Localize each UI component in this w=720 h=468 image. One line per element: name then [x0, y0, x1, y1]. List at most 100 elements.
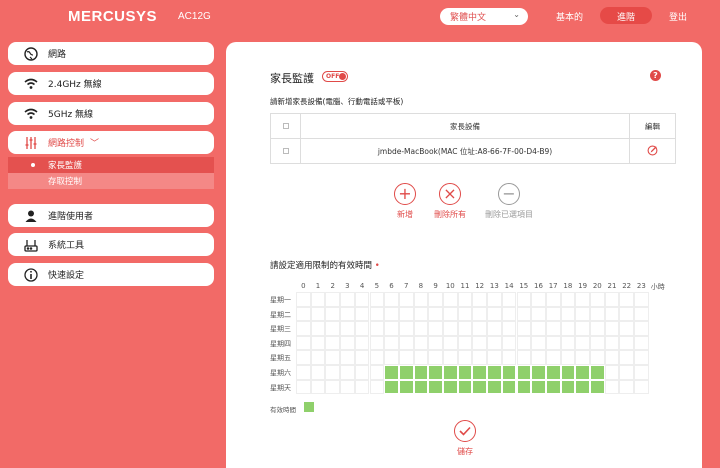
schedule-cell-active[interactable] — [516, 379, 532, 395]
schedule-cell[interactable] — [634, 321, 649, 336]
schedule-cell[interactable] — [634, 335, 649, 351]
schedule-cell[interactable] — [487, 292, 502, 307]
schedule-cell[interactable] — [443, 292, 458, 307]
schedule-cell[interactable] — [501, 306, 517, 322]
schedule-cell[interactable] — [501, 321, 517, 336]
schedule-cell[interactable] — [516, 306, 532, 322]
schedule-cell[interactable] — [325, 350, 341, 365]
schedule-cell[interactable] — [590, 350, 605, 365]
schedule-cell[interactable] — [590, 335, 605, 351]
sidebar-item-advanced-users[interactable]: 進階使用者 — [8, 204, 214, 227]
schedule-cell[interactable] — [310, 350, 326, 365]
schedule-cell[interactable] — [384, 335, 399, 351]
schedule-cell[interactable] — [398, 292, 414, 307]
schedule-cell[interactable] — [296, 365, 311, 380]
schedule-cell[interactable] — [413, 335, 429, 351]
schedule-cell[interactable] — [310, 365, 326, 380]
schedule-cell-active[interactable] — [428, 379, 443, 395]
parental-control-toggle[interactable]: OFF — [322, 71, 348, 82]
schedule-cell[interactable] — [487, 306, 502, 322]
language-select[interactable]: 繁體中文 ⌄ — [440, 8, 528, 25]
schedule-cell-active[interactable] — [457, 365, 473, 380]
schedule-cell[interactable] — [634, 306, 649, 322]
schedule-cell[interactable] — [472, 292, 488, 307]
row-checkbox[interactable] — [282, 147, 289, 154]
schedule-cell[interactable] — [296, 379, 311, 395]
schedule-cell[interactable] — [604, 306, 620, 322]
schedule-cell[interactable] — [325, 306, 341, 322]
schedule-cell[interactable] — [590, 306, 605, 322]
schedule-cell[interactable] — [428, 350, 443, 365]
schedule-grid[interactable] — [296, 292, 649, 395]
schedule-cell[interactable] — [369, 335, 385, 351]
schedule-cell[interactable] — [354, 306, 370, 322]
schedule-cell[interactable] — [531, 292, 546, 307]
schedule-cell[interactable] — [501, 335, 517, 351]
schedule-cell-active[interactable] — [413, 379, 429, 395]
schedule-cell[interactable] — [560, 350, 576, 365]
schedule-cell[interactable] — [369, 292, 385, 307]
add-button[interactable]: + 新增 — [394, 183, 416, 220]
schedule-cell[interactable] — [369, 350, 385, 365]
schedule-cell[interactable] — [384, 321, 399, 336]
schedule-cell[interactable] — [472, 335, 488, 351]
schedule-cell-active[interactable] — [590, 379, 605, 395]
schedule-cell[interactable] — [398, 350, 414, 365]
submenu-item-parental-control[interactable]: 家長監護 — [8, 157, 214, 173]
schedule-cell[interactable] — [619, 306, 635, 322]
schedule-cell[interactable] — [560, 292, 576, 307]
schedule-cell[interactable] — [531, 335, 546, 351]
schedule-cell-active[interactable] — [501, 365, 517, 380]
schedule-cell[interactable] — [413, 306, 429, 322]
nav-logout[interactable]: 登出 — [669, 10, 687, 23]
schedule-cell[interactable] — [604, 365, 620, 380]
schedule-cell[interactable] — [428, 306, 443, 322]
schedule-cell[interactable] — [575, 335, 590, 351]
schedule-cell[interactable] — [531, 321, 546, 336]
schedule-cell[interactable] — [369, 379, 385, 395]
schedule-cell[interactable] — [384, 350, 399, 365]
schedule-cell[interactable] — [340, 379, 355, 395]
schedule-cell[interactable] — [634, 292, 649, 307]
schedule-cell[interactable] — [604, 350, 620, 365]
schedule-cell-active[interactable] — [560, 379, 576, 395]
schedule-cell[interactable] — [369, 321, 385, 336]
schedule-cell[interactable] — [590, 321, 605, 336]
schedule-cell[interactable] — [590, 292, 605, 307]
schedule-cell[interactable] — [487, 335, 502, 351]
schedule-cell[interactable] — [384, 292, 399, 307]
schedule-cell[interactable] — [428, 335, 443, 351]
schedule-cell[interactable] — [575, 306, 590, 322]
schedule-cell[interactable] — [310, 321, 326, 336]
schedule-cell[interactable] — [296, 335, 311, 351]
schedule-cell[interactable] — [369, 365, 385, 380]
schedule-cell[interactable] — [487, 350, 502, 365]
schedule-cell-active[interactable] — [590, 365, 605, 380]
schedule-cell-active[interactable] — [384, 365, 399, 380]
sidebar-item-wifi-24[interactable]: 2.4GHz 無線 — [8, 72, 214, 95]
schedule-cell[interactable] — [634, 365, 649, 380]
schedule-cell-active[interactable] — [443, 379, 458, 395]
schedule-cell[interactable] — [428, 321, 443, 336]
schedule-cell-active[interactable] — [398, 365, 414, 380]
schedule-cell[interactable] — [457, 350, 473, 365]
schedule-cell[interactable] — [575, 292, 590, 307]
schedule-cell[interactable] — [443, 335, 458, 351]
schedule-cell[interactable] — [340, 350, 355, 365]
schedule-cell[interactable] — [604, 379, 620, 395]
schedule-cell[interactable] — [398, 335, 414, 351]
schedule-cell[interactable] — [487, 321, 502, 336]
schedule-cell-active[interactable] — [545, 365, 561, 380]
schedule-cell[interactable] — [443, 321, 458, 336]
schedule-cell[interactable] — [310, 292, 326, 307]
schedule-cell[interactable] — [340, 365, 355, 380]
sidebar-item-network-control[interactable]: 網路控制 ﹀ — [8, 131, 214, 154]
schedule-cell[interactable] — [516, 335, 532, 351]
schedule-cell[interactable] — [619, 321, 635, 336]
schedule-cell[interactable] — [634, 350, 649, 365]
schedule-cell[interactable] — [560, 321, 576, 336]
schedule-cell[interactable] — [501, 292, 517, 307]
schedule-cell-active[interactable] — [398, 379, 414, 395]
sidebar-item-network[interactable]: 網路 — [8, 42, 214, 65]
nav-basic[interactable]: 基本的 — [556, 10, 583, 23]
